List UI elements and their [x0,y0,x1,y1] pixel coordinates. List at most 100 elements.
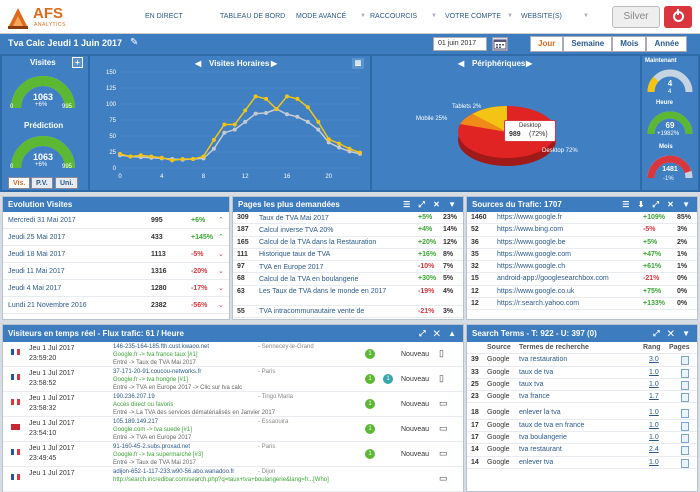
panel-actions[interactable]: ⤢ ✕ ▼ [653,325,693,342]
source-url[interactable]: https://r.search.yahoo.com [497,298,579,310]
nav-tableau-de-bord[interactable]: TABLEAU DE BORD [220,13,285,20]
table-row[interactable]: 55 TVA intracommunautaire vente de -21% 3% [233,306,463,319]
data-point[interactable] [211,146,216,151]
data-point[interactable] [316,127,321,132]
page-label[interactable]: Taux de TVA Mai 2017 [259,214,409,223]
tab-jour[interactable]: Jour [530,36,564,52]
source-url[interactable]: https://www.google.co.uk [497,286,574,298]
page-doc-icon[interactable] [681,356,689,366]
visitor-referrer[interactable]: Accès direct ou favoris [113,401,173,409]
table-row[interactable]: 32 https://www.google.ch +61% 1% [467,261,697,274]
add-icon[interactable]: + [72,57,83,68]
visitor-row[interactable]: Jeu 1 Jul 2017 23:58:32 190.236.207.19 - T… [3,392,463,417]
table-row[interactable]: 68 Calcul de la TVA en boulangerie +30% 5% [233,273,463,286]
date-input[interactable]: 01 juin 2017 [433,37,487,51]
data-point[interactable] [284,94,289,99]
page-label[interactable]: TVA intracommunautaire vente de [259,307,409,316]
page-doc-icon[interactable] [681,393,689,403]
data-point[interactable] [128,154,133,159]
data-point[interactable] [284,112,289,117]
data-point[interactable] [295,114,300,119]
table-row[interactable]: 36 https://www.google.be +5% 2% [467,237,697,249]
tab-visites[interactable]: Vis. [8,177,31,189]
table-row[interactable]: 12 https://r.search.yahoo.com +133% 0% [467,298,697,311]
table-row[interactable]: 17 Google taux de tva en france 1.0 [467,420,697,433]
source-url[interactable]: https://www.google.be [497,237,566,249]
data-point[interactable] [138,153,143,158]
term-text[interactable]: tva restaurant [519,444,562,456]
table-row[interactable]: Lundi 21 Novembre 2016 2382 -56% ⌄ [3,297,229,314]
nav-websites[interactable]: WEBSITE(S) [521,13,562,20]
source-url[interactable]: android-app://googlesearchbox.com [497,273,609,285]
visitor-row[interactable]: Jeu 1 Jul 2017 23:54:10 105.189.149.217 - … [3,417,463,442]
data-point[interactable] [222,130,227,135]
visitor-row[interactable]: Jeu 1 Jul 2017 23:49:45 91-160-45-2.subs.p… [3,442,463,467]
data-point[interactable] [149,154,154,159]
term-text[interactable]: taux de tva en france [519,420,584,432]
visitor-host[interactable]: 190.236.207.19 [113,393,155,401]
data-point[interactable] [243,119,248,124]
page-doc-icon[interactable] [681,368,689,378]
term-rank[interactable]: 1.0 [649,432,659,444]
tab-mois[interactable]: Mois [612,36,647,52]
data-point[interactable] [347,146,352,151]
visitor-row[interactable]: Jeu 1 Jul 2017 23:59:20 146-235-164-185.ft… [3,342,463,367]
logout-button[interactable] [664,6,692,28]
panel-actions[interactable]: ⤢ ✕ ▲ [419,325,459,342]
panel-actions[interactable]: ☰ ⬇ ⤢ ✕ ▼ [622,197,693,212]
data-point[interactable] [274,107,279,112]
term-text[interactable]: tva boulangerie [519,432,567,444]
data-point[interactable] [253,111,258,116]
table-row[interactable]: 33 Google taux de tva 1.0 [467,367,697,379]
table-row[interactable]: Mercredi 31 Mai 2017 995 +6% ⌃ [3,212,229,229]
term-text[interactable]: tva france [519,391,550,403]
data-point[interactable] [305,105,310,110]
data-point[interactable] [180,157,185,162]
table-row[interactable]: 1460 https://www.google.fr +109% 85% [467,212,697,225]
visitor-referrer[interactable]: Google.fr -> tva hongrie [#1] [113,376,188,384]
term-text[interactable]: taux tva [519,379,544,391]
data-point[interactable] [253,94,258,99]
plan-button[interactable]: Silver [612,6,660,28]
term-text[interactable]: tva restauration [519,354,567,366]
table-row[interactable]: 39 Google tva restauration 3.0 [467,354,697,367]
data-point[interactable] [232,127,237,132]
data-point[interactable] [170,158,175,163]
table-row[interactable]: 63 Les Taux de TVA dans le monde en 2017 -… [233,286,463,306]
data-point[interactable] [211,137,216,142]
page-label[interactable]: Calcul de la TVA en boulangerie [259,275,409,284]
visitor-referrer[interactable]: Google.com -> tva suede [#1] [113,426,192,434]
tab-uniques[interactable]: Uni. [55,177,79,189]
visitor-host[interactable]: adijon-652-1-117-233.w90-56.abo.wanadoo.… [113,468,234,476]
term-rank[interactable]: 1.0 [649,407,659,419]
visitor-host[interactable]: 146-235-164-185.fth.cust.kwaoo.net [113,343,209,351]
nav-raccourcis[interactable]: RACCOURCIS [370,13,417,20]
chevron-down-icon[interactable]: ▼ [431,13,437,19]
term-rank[interactable]: 1.7 [649,391,659,403]
nav-mode-avance[interactable]: MODE AVANCÉ [296,13,346,20]
data-point[interactable] [305,119,310,124]
data-point[interactable] [358,150,362,155]
data-point[interactable] [243,108,248,113]
data-point[interactable] [201,154,206,159]
table-row[interactable]: Jeudi 11 Mai 2017 1316 -20% ⌄ [3,263,229,280]
table-row[interactable]: Jeudi 18 Mai 2017 1113 -5% ⌄ [3,246,229,263]
visitor-host[interactable]: 91-160-45-2.subs.proxad.net [113,443,190,451]
table-row[interactable]: 165 Calcul de la TVA dans la Restauration… [233,237,463,249]
visitor-referrer[interactable]: Google.fr -> tva france taux [#1] [113,351,198,359]
source-url[interactable]: https://www.google.com [497,249,571,261]
source-url[interactable]: https://www.google.ch [497,261,565,273]
data-point[interactable] [295,96,300,101]
nav-votre-compte[interactable]: VOTRE COMPTE [445,13,501,20]
page-doc-icon[interactable] [681,380,689,390]
page-doc-icon[interactable] [681,458,689,468]
table-row[interactable]: 14 Google enlever tva 1.0 [467,457,697,469]
data-point[interactable] [232,122,237,127]
table-row[interactable]: Jeudi 4 Mai 2017 1280 -17% ⌄ [3,280,229,297]
term-rank[interactable]: 1.0 [649,367,659,379]
source-url[interactable]: https://www.google.fr [497,212,562,224]
term-rank[interactable]: 2.4 [649,444,659,456]
page-label[interactable]: Les Taux de TVA dans le monde en 2017 [259,287,409,296]
data-point[interactable] [222,122,227,127]
page-label[interactable]: Calcul de la TVA dans la Restauration [259,238,409,247]
